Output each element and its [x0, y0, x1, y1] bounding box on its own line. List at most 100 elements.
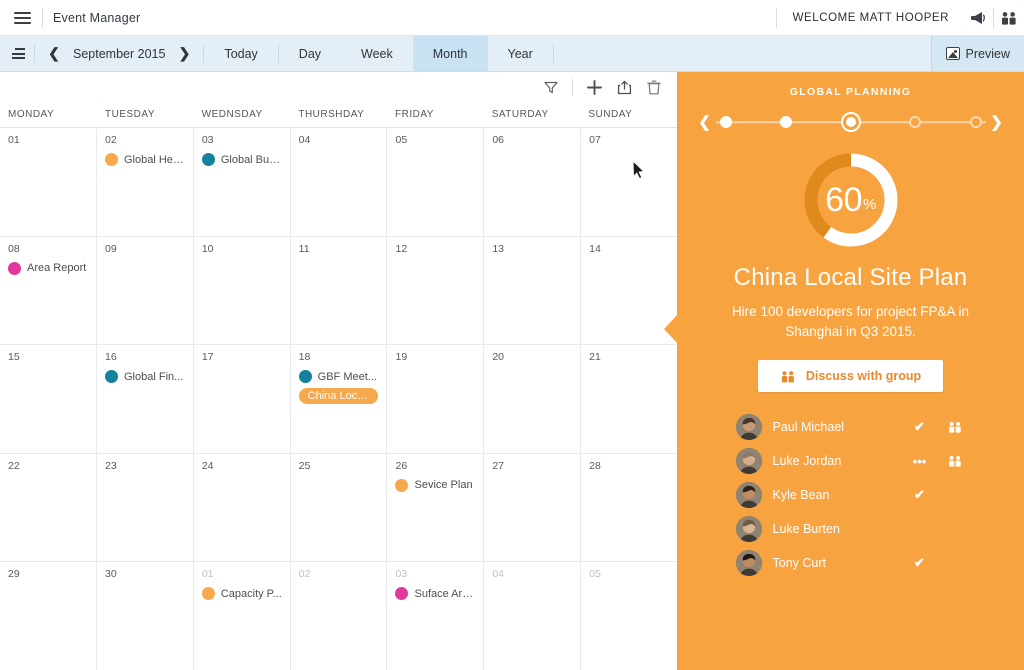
preview-button[interactable]: Preview	[930, 36, 1024, 71]
calendar-day-cell[interactable]: 04	[291, 128, 388, 236]
calendar-day-cell[interactable]: 26 Sevice Plan	[387, 453, 485, 562]
calendar-day-cell[interactable]: 01	[0, 128, 97, 236]
calendar-day-cell[interactable]: 28	[581, 454, 677, 562]
member-row[interactable]: Luke Burten	[735, 516, 966, 542]
calendar-day-cell[interactable]: 27	[484, 453, 582, 562]
calendar-event-selected[interactable]: China Local Si...	[298, 388, 379, 405]
current-period-label: September 2015	[73, 46, 166, 61]
stepper-dot-2[interactable]	[780, 116, 792, 128]
member-row[interactable]: Paul Michael ✔	[735, 414, 966, 440]
discuss-with-group-button[interactable]: Discuss with group	[757, 360, 944, 392]
calendar-event[interactable]: Capacity P...	[201, 587, 290, 601]
calendar-day-cell[interactable]: 01 Capacity P...	[194, 562, 291, 670]
top-bar: Event Manager WELCOME MATT HOOPER	[0, 0, 1024, 36]
member-row[interactable]: Kyle Bean ✔	[735, 482, 966, 508]
weekday-saturday: SATURDAY	[491, 109, 549, 120]
calendar-day-cell[interactable]: 20	[484, 345, 582, 453]
main-body: MONDAY TUESDAY WEDNSDAY THURSHDAY FRIDAY…	[0, 72, 1024, 670]
stepper-dot-4[interactable]	[909, 116, 921, 128]
calendar-event[interactable]: Global Bus...	[201, 153, 290, 166]
event-title: Suface Are...	[414, 587, 478, 600]
calendar-day-cell[interactable]: 13	[484, 236, 582, 345]
calendar-day-cell[interactable]: 25	[291, 453, 388, 562]
tab-day[interactable]: Day	[279, 36, 341, 71]
calendar-day-cell[interactable]: 29	[0, 562, 97, 670]
calendar-day-cell[interactable]: 30	[97, 562, 194, 670]
stepper-prev-button[interactable]: ❮	[696, 113, 714, 131]
calendar-action-bar	[0, 72, 677, 102]
calendar-day-cell[interactable]: 10	[194, 236, 291, 345]
calendar-day-cell[interactable]: 02	[291, 562, 388, 670]
panel-title: GLOBAL PLANNING	[789, 86, 912, 98]
calendar-day-cell[interactable]: 12	[387, 236, 485, 345]
share-icon[interactable]	[609, 73, 639, 101]
calendar-week-row: 29 30 01 Capacity P... 02 03 Suface Are... 04 05	[0, 562, 677, 670]
hamburger-icon[interactable]	[6, 0, 38, 36]
calendar-day-cell[interactable]: 21	[581, 345, 677, 453]
stepper-dot-1[interactable]	[719, 116, 732, 128]
delete-icon[interactable]	[639, 73, 669, 101]
stepper-dot-3[interactable]	[840, 112, 861, 132]
calendar-event[interactable]: Sevice Plan	[395, 478, 483, 492]
calendar-event[interactable]: Global Fin...	[105, 370, 193, 384]
calendar-day-cell[interactable]: 11	[291, 236, 388, 345]
calendar-day-cell[interactable]: 22	[0, 453, 97, 562]
people-group-icon	[781, 370, 794, 382]
stepper-next-button[interactable]: ❯	[988, 113, 1006, 131]
calendar-event[interactable]: GBF Meet...	[298, 370, 387, 384]
calendar-day-cell[interactable]: 19	[387, 345, 485, 453]
avatar	[735, 550, 762, 576]
calendar-day-cell[interactable]: 08 Area Report	[0, 236, 97, 345]
plan-stepper: ❮ ❯	[696, 112, 1006, 132]
people-group-icon[interactable]	[994, 0, 1024, 36]
prev-period-button[interactable]: ❮	[41, 36, 67, 72]
calendar-day-cell[interactable]: 02 Global Hea...	[97, 128, 194, 236]
calendar-day-cell[interactable]: 03 Global Bus...	[194, 128, 291, 236]
day-number: 10	[201, 242, 214, 255]
calendar-day-cell[interactable]: 04	[484, 562, 582, 670]
day-number: 02	[105, 134, 117, 146]
calendar-event[interactable]: Global Hea...	[105, 153, 193, 166]
stepper-dot-5[interactable]	[969, 116, 982, 128]
filter-icon[interactable]	[536, 73, 566, 101]
calendar-event[interactable]: Suface Are...	[395, 587, 483, 601]
calendar-day-cell[interactable]: 05	[387, 128, 485, 236]
people-group-icon[interactable]	[944, 455, 966, 467]
calendar-day-cell[interactable]: 17	[194, 345, 291, 453]
calendar-event[interactable]: Area Report	[8, 261, 96, 275]
view-toolbar: ❮ September 2015 ❯ Today Day Week Month …	[0, 36, 1024, 72]
day-number: 28	[589, 459, 601, 472]
calendar-day-cell[interactable]: 07	[581, 128, 677, 236]
day-number: 04	[492, 568, 504, 581]
calendar-day-cell[interactable]: 24	[194, 453, 291, 562]
calendar-day-cell[interactable]: 23	[97, 453, 194, 562]
megaphone-icon[interactable]	[963, 0, 993, 36]
calendar-day-cell[interactable]: 15	[0, 345, 97, 453]
next-period-button[interactable]: ❯	[171, 36, 197, 72]
event-color-dot	[8, 261, 21, 275]
calendar-day-cell[interactable]: 09	[97, 236, 194, 345]
people-group-icon[interactable]	[944, 421, 966, 433]
top-bar-right: WELCOME MATT HOOPER	[775, 0, 1024, 36]
weekday-thursday: THURSHDAY	[298, 109, 365, 120]
calendar-day-cell[interactable]: 14	[581, 237, 677, 345]
tab-year[interactable]: Year	[488, 36, 553, 71]
day-number: 04	[298, 134, 311, 146]
member-list: Paul Michael ✔ Luke Jordan ••• Kyle Bean ✔ Luk…	[735, 414, 966, 576]
tab-month[interactable]: Month	[412, 36, 488, 71]
add-icon[interactable]	[579, 73, 609, 101]
tab-today[interactable]: Today	[204, 36, 277, 71]
list-view-icon[interactable]	[0, 36, 34, 71]
calendar-day-cell[interactable]: 05	[581, 562, 677, 670]
calendar-day-cell[interactable]: 16 Global Fin...	[97, 345, 194, 453]
calendar-day-cell[interactable]: 03 Suface Are...	[387, 562, 485, 670]
member-row[interactable]: Tony Curt ✔	[735, 550, 966, 576]
day-number: 07	[589, 134, 601, 146]
tab-week[interactable]: Week	[341, 36, 413, 71]
member-row[interactable]: Luke Jordan •••	[735, 448, 966, 474]
calendar-day-cell[interactable]: 18 GBF Meet... China Local Si...	[291, 345, 388, 453]
event-color-dot	[395, 587, 409, 601]
calendar-view: MONDAY TUESDAY WEDNSDAY THURSHDAY FRIDAY…	[0, 72, 677, 670]
calendar-day-cell[interactable]: 06	[484, 128, 582, 236]
day-number: 20	[492, 351, 504, 364]
